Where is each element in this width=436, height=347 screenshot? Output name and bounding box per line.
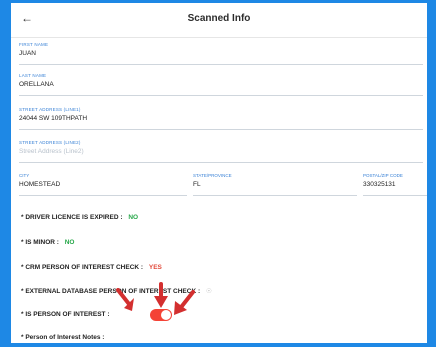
is-minor-label: * IS MINOR : xyxy=(21,239,59,246)
street-line2-field[interactable]: STREET ADDRESS (LINE2) Street Address (L… xyxy=(19,140,423,163)
is-poi-toggle[interactable] xyxy=(150,309,172,321)
licence-expired-check: * DRIVER LICENCE IS EXPIRED : NO xyxy=(21,213,138,223)
app-frame: ← Scanned Info FIRST NAME JUAN LAST NAME… xyxy=(0,0,436,347)
city-state-postal-row: CITY HOMESTEAD STATE/PROVINCE FL POSTAL/… xyxy=(19,173,427,197)
crm-poi-label: * CRM PERSON OF INTEREST CHECK : xyxy=(21,264,144,271)
licence-expired-result: NO xyxy=(128,214,139,221)
street-line2-placeholder: Street Address (Line2) xyxy=(19,148,84,155)
postal-label: POSTAL/ZIP CODE xyxy=(363,173,403,178)
postal-value: 330325131 xyxy=(363,181,396,188)
city-value: HOMESTEAD xyxy=(19,181,61,188)
is-minor-check: * IS MINOR : NO xyxy=(21,238,74,248)
red-arrow-icon xyxy=(154,282,168,308)
street-line2-label: STREET ADDRESS (LINE2) xyxy=(19,140,81,145)
is-poi-label: * IS PERSON OF INTEREST : xyxy=(21,311,110,318)
city-field[interactable]: CITY HOMESTEAD xyxy=(19,173,187,196)
last-name-field[interactable]: LAST NAME ORELLANA xyxy=(19,73,423,96)
is-poi-check: * IS PERSON OF INTEREST : xyxy=(21,310,109,320)
header: ← Scanned Info xyxy=(11,3,427,38)
state-label: STATE/PROVINCE xyxy=(193,173,232,178)
first-name-value: JUAN xyxy=(19,50,36,57)
red-arrow-icon xyxy=(174,290,195,315)
state-field[interactable]: STATE/PROVINCE FL xyxy=(193,173,357,196)
last-name-value: ORELLANA xyxy=(19,81,54,88)
crm-poi-result: YES xyxy=(148,264,162,271)
licence-expired-label: * DRIVER LICENCE IS EXPIRED : xyxy=(21,214,123,221)
crm-poi-check: * CRM PERSON OF INTEREST CHECK : YES xyxy=(21,263,162,273)
city-label: CITY xyxy=(19,173,30,178)
is-minor-result: NO xyxy=(64,239,75,246)
poi-notes-check: * Person of Interest Notes : xyxy=(21,333,104,343)
first-name-label: FIRST NAME xyxy=(19,42,49,47)
first-name-field[interactable]: FIRST NAME JUAN xyxy=(19,42,423,65)
postal-field[interactable]: POSTAL/ZIP CODE 330325131 xyxy=(363,173,427,196)
red-arrow-icon xyxy=(116,288,134,311)
last-name-label: LAST NAME xyxy=(19,73,47,78)
toggle-knob[interactable] xyxy=(161,310,171,320)
poi-notes-label: * Person of Interest Notes : xyxy=(21,334,105,341)
street-line1-value: 24044 SW 109THPATH xyxy=(19,115,88,122)
street-line1-field[interactable]: STREET ADDRESS (LINE1) 24044 SW 109THPAT… xyxy=(19,107,423,130)
street-line1-label: STREET ADDRESS (LINE1) xyxy=(19,107,81,112)
state-value: FL xyxy=(193,181,201,188)
page-title: Scanned Info xyxy=(187,13,251,24)
external-db-poi-result-icon: ☉ xyxy=(205,288,212,295)
